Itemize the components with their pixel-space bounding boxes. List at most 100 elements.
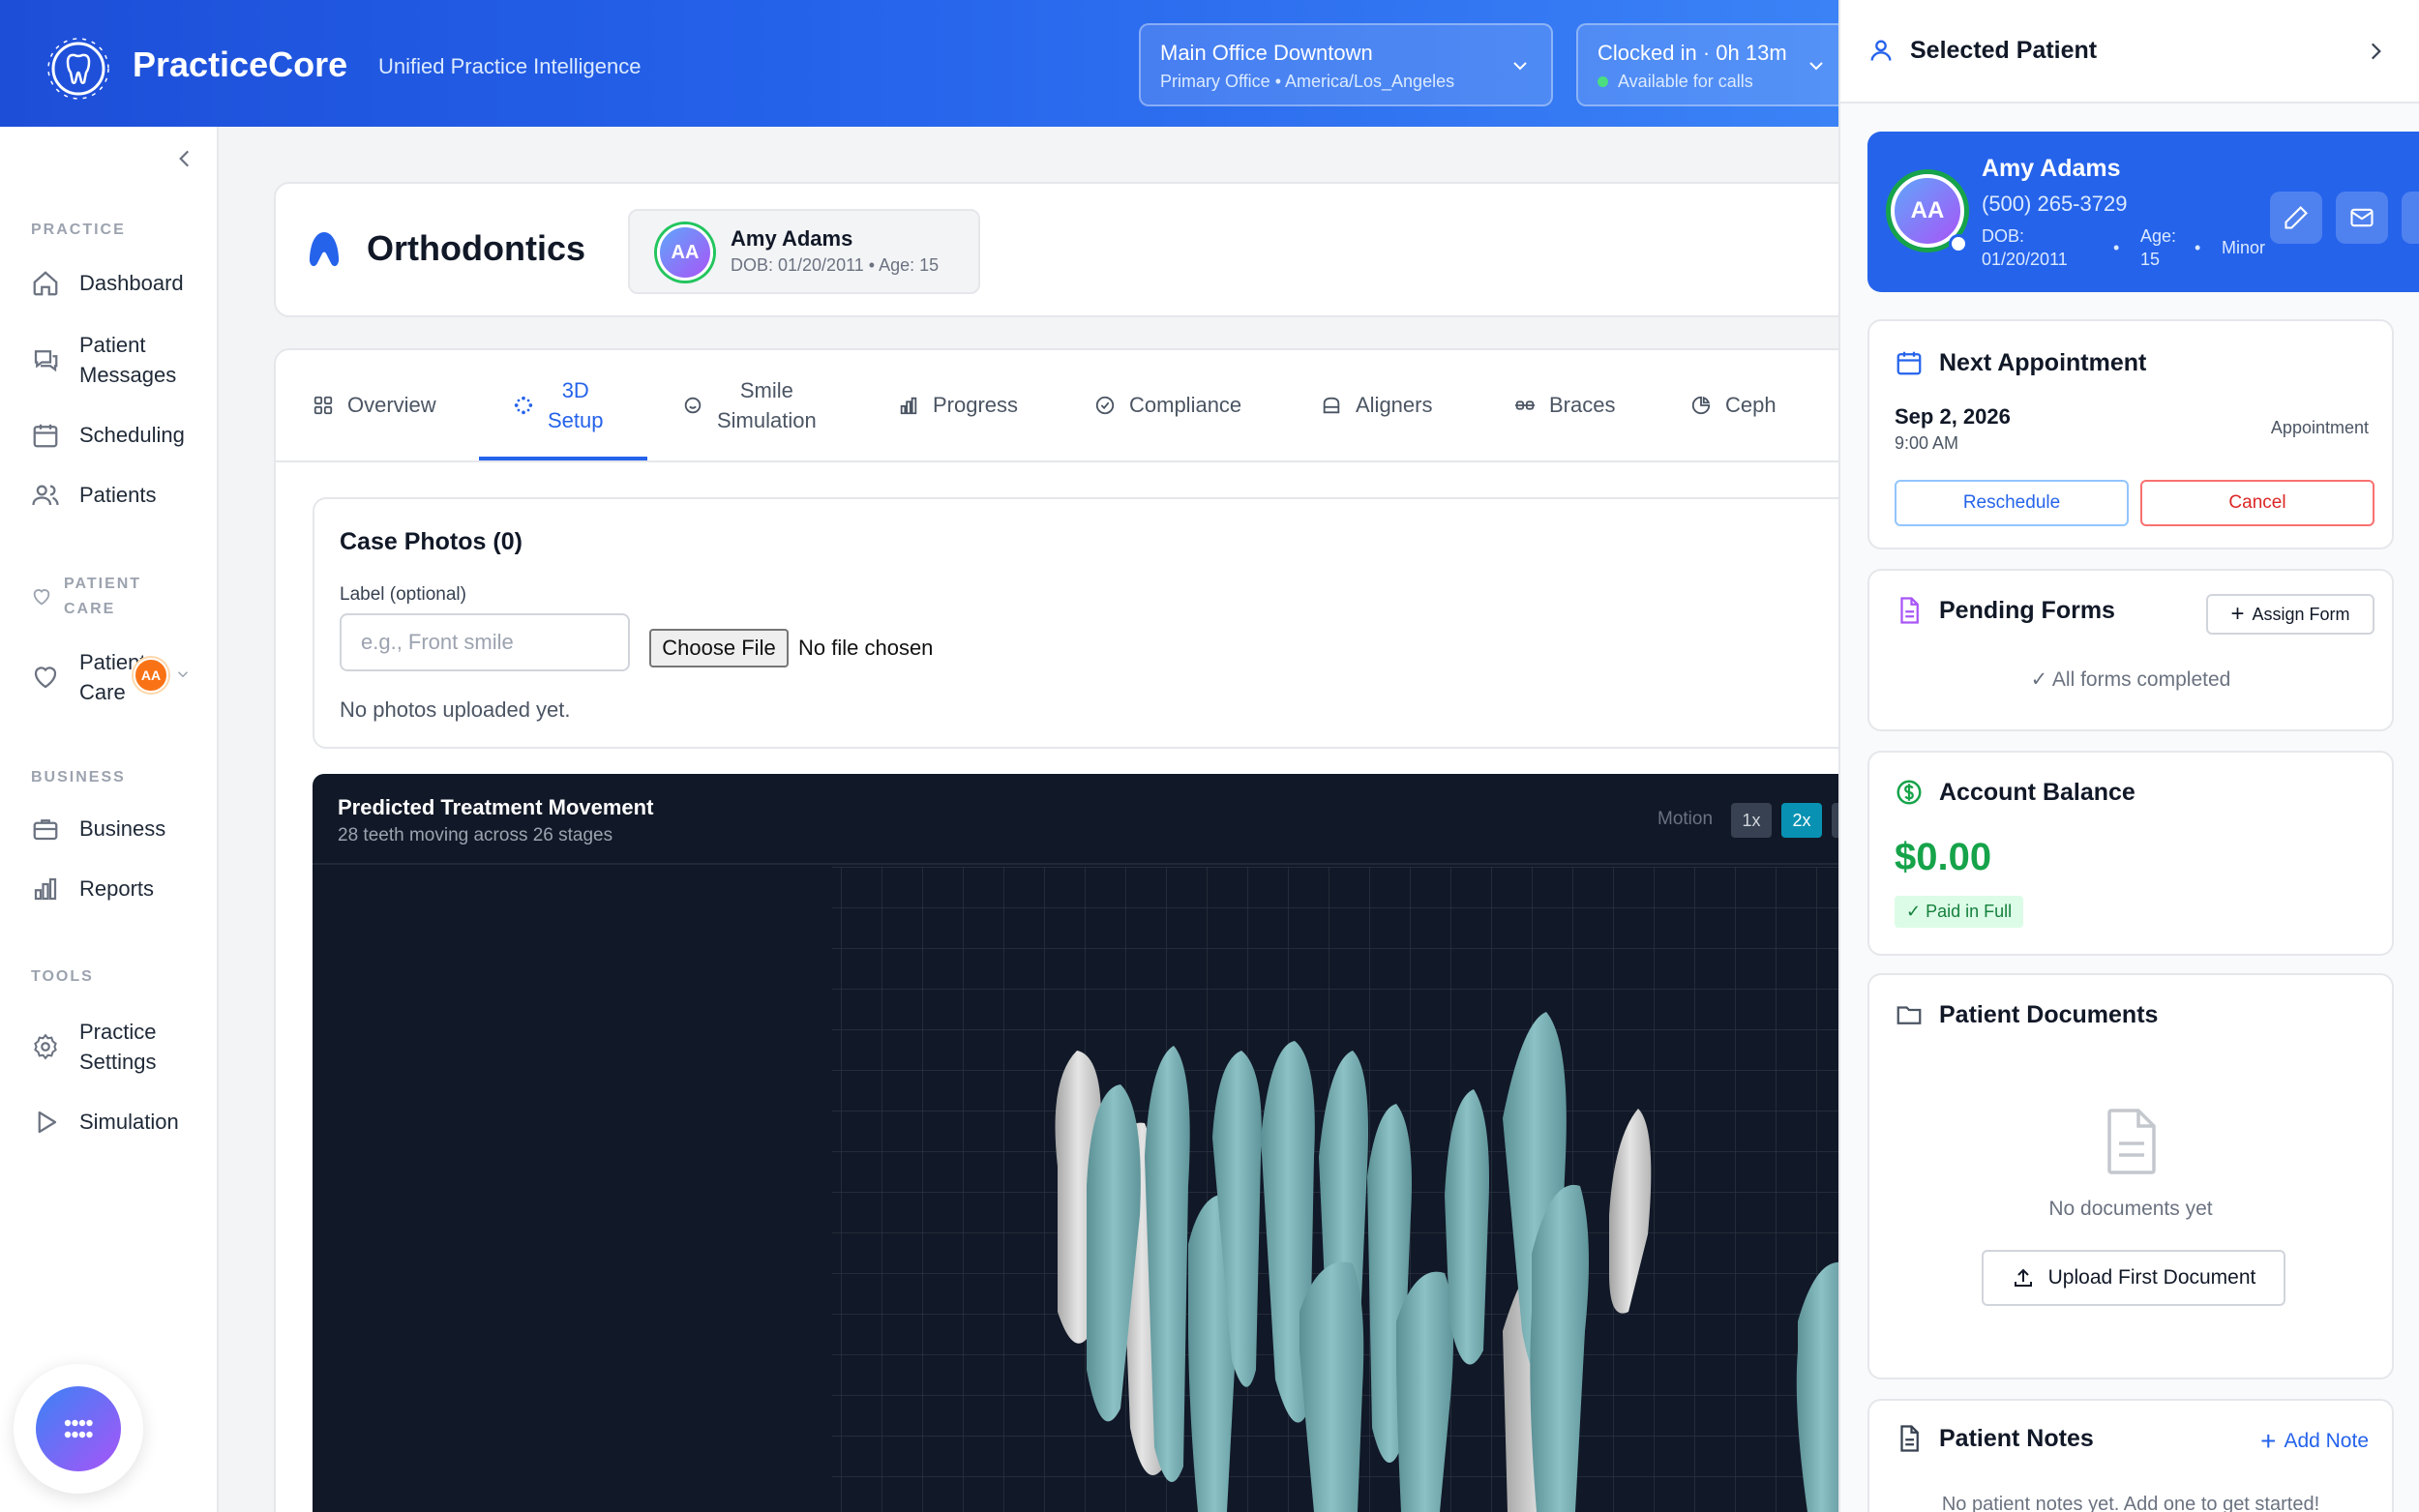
bar-chart-icon (34, 877, 57, 900)
folder-icon (1896, 1006, 1922, 1024)
patient-age: Age: 15 (2140, 226, 2177, 269)
treatment-movement-viewer[interactable]: Predicted Treatment Movement 28 teeth mo… (313, 774, 1838, 1512)
tab-label: Setup (548, 408, 604, 432)
patient-phone: (500) 265-3729 (1982, 192, 2128, 216)
sidebar-item-patient-care[interactable]: Patient Care (31, 647, 146, 707)
assign-form-button[interactable]: + Assign Form (2206, 594, 2374, 635)
heart-icon (33, 589, 50, 606)
card-header: Account Balance (1895, 778, 2135, 807)
patient-documents-card: Patient Documents No documents yet Uploa… (1867, 973, 2394, 1379)
reschedule-button[interactable]: Reschedule (1895, 480, 2129, 526)
sidebar: PRACTICE Dashboard Patient Messages Sche… (0, 127, 219, 1512)
choose-file-button[interactable]: Choose File (649, 629, 789, 667)
availability-status: Available for calls (1598, 72, 1753, 92)
plus-icon: + (2230, 601, 2245, 627)
tab-label: 3D (561, 378, 589, 402)
sidebar-item-simulation[interactable]: Simulation (31, 1107, 179, 1137)
gear-icon (34, 1033, 57, 1060)
chevron-down-icon[interactable] (174, 666, 192, 683)
sidebar-item-label: Business (79, 816, 166, 841)
module-header-card: Orthodontics AA Amy Adams DOB: 01/20/201… (274, 182, 1880, 317)
users-icon (32, 485, 59, 505)
chevron-down-icon (1513, 62, 1527, 71)
sidebar-item-label: Settings (79, 1050, 157, 1074)
paid-status-badge: ✓ Paid in Full (1895, 896, 2024, 928)
tab-ceph[interactable]: Ceph (1690, 350, 1777, 460)
patient-avatar: AA (657, 224, 713, 281)
sidebar-item-label: Patient (79, 333, 146, 357)
speed-more-button[interactable] (1832, 803, 1838, 838)
sidebar-item-business[interactable]: Business (31, 814, 165, 844)
clock-status: Clocked in · 0h 13m (1598, 41, 1787, 65)
tab-aligners[interactable]: Aligners (1321, 350, 1432, 460)
pie-icon (1691, 396, 1711, 415)
tooth-logo-icon[interactable] (46, 37, 110, 101)
more-actions-button[interactable] (2402, 192, 2419, 244)
pencil-icon (2285, 206, 2308, 229)
tab-label: Overview (347, 393, 436, 417)
selected-patient-panel: Selected Patient AA Amy Adams (500) 265-… (1838, 0, 2419, 1512)
upload-document-button[interactable]: Upload First Document (1982, 1250, 2285, 1306)
viewer-subtitle: 28 teeth moving across 26 stages (338, 825, 613, 845)
no-photos-message: No photos uploaded yet. (340, 697, 571, 722)
tab-label: Braces (1549, 393, 1616, 417)
heart-icon (34, 667, 57, 689)
sidebar-item-label: Simulation (79, 1110, 179, 1134)
speed-1x-button[interactable]: 1x (1731, 803, 1772, 838)
sidebar-item-dashboard[interactable]: Dashboard (31, 268, 184, 298)
cancel-appointment-button[interactable]: Cancel (2140, 480, 2374, 526)
file-status: No file chosen (798, 636, 934, 660)
location-selector[interactable]: Main Office Downtown Primary Office • Am… (1139, 23, 1553, 106)
home-icon (33, 270, 58, 295)
floating-action-button-ring (14, 1364, 143, 1494)
teeth-3d-render (832, 867, 1838, 1512)
no-documents-message: No documents yet (2048, 1198, 2213, 1220)
patient-care-avatar: AA (134, 658, 168, 693)
tab-overview[interactable]: Overview (313, 350, 436, 460)
sidebar-item-patient-messages[interactable]: Patient Messages (31, 330, 176, 390)
quick-actions-button[interactable] (36, 1386, 121, 1471)
label-caption: Label (optional) (340, 584, 466, 605)
sidebar-item-label: Scheduling (79, 423, 185, 447)
tab-smile-simulation[interactable]: Smile Simulation (682, 350, 817, 460)
tab-label: Smile (739, 378, 793, 402)
balance-amount: $0.00 (1895, 836, 1992, 878)
email-patient-button[interactable] (2336, 192, 2388, 244)
appointment-date: Sep 2, 2026 (1895, 404, 2011, 429)
tab-label: Aligners (1356, 393, 1433, 417)
collapse-sidebar-icon[interactable] (172, 146, 197, 171)
photo-label-input[interactable]: e.g., Front smile (340, 613, 630, 671)
tabs-divider (276, 460, 1882, 462)
grid-icon (314, 396, 333, 415)
calendar-icon (1896, 351, 1922, 375)
sidebar-item-label: Practice (79, 1020, 157, 1044)
forms-status: ✓ All forms completed (2030, 668, 2231, 691)
patient-summary-card[interactable]: AA Amy Adams (500) 265-3729 DOB: 01/20/20… (1867, 132, 2419, 292)
mail-icon (2350, 208, 2374, 227)
tab-compliance[interactable]: Compliance (1094, 350, 1241, 460)
sidebar-item-label: Dashboard (79, 271, 184, 295)
tab-3d-setup[interactable]: 3D Setup (513, 350, 604, 460)
grid-dots-icon (64, 1419, 93, 1438)
notes-icon (1900, 1425, 1919, 1452)
sidebar-item-reports[interactable]: Reports (31, 874, 154, 904)
brand-name[interactable]: PracticeCore (133, 44, 347, 85)
tab-braces[interactable]: Braces (1514, 350, 1615, 460)
check-circle-icon (1095, 396, 1115, 415)
patient-notes-card: Patient Notes + Add Note No patient notes… (1867, 1399, 2394, 1512)
aligner-icon (1323, 397, 1340, 414)
edit-patient-button[interactable] (2270, 192, 2322, 244)
status-dot (1949, 234, 1968, 253)
case-photos-title: Case Photos (0) (340, 528, 523, 555)
clock-status-selector[interactable]: Clocked in · 0h 13m Available for calls (1576, 23, 1847, 106)
patient-dob: DOB: 01/20/2011 (1982, 226, 2068, 269)
sidebar-item-scheduling[interactable]: Scheduling (31, 420, 185, 450)
chevron-right-icon[interactable] (2363, 39, 2388, 64)
add-note-button[interactable]: + Add Note (2260, 1428, 2369, 1455)
tab-label: Compliance (1129, 393, 1242, 417)
sidebar-item-patients[interactable]: Patients (31, 480, 157, 510)
tab-progress[interactable]: Progress (898, 350, 1018, 460)
speed-2x-button[interactable]: 2x (1781, 803, 1822, 838)
sidebar-item-practice-settings[interactable]: Practice Settings (31, 1017, 157, 1077)
patient-chip[interactable]: AA Amy Adams DOB: 01/20/2011 • Age: 15 (628, 209, 980, 294)
